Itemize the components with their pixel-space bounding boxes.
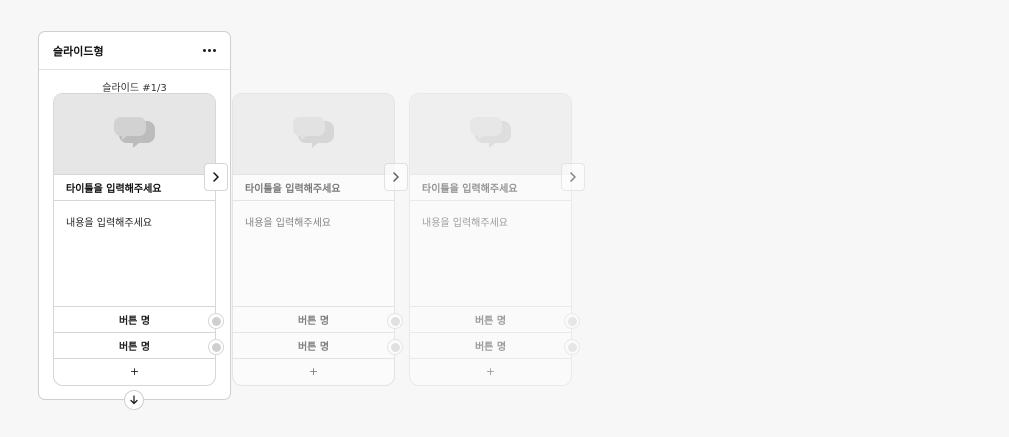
slide-card-2[interactable]: 타이틀을 입력해주세요 내용을 입력해주세요 버튼 명 버튼 명 + — [232, 93, 403, 386]
panel-title: 슬라이드형 — [53, 44, 104, 58]
card-description[interactable]: 내용을 입력해주세요 — [233, 201, 394, 307]
card-image-placeholder[interactable] — [410, 94, 571, 174]
button-label: 버튼 명 — [474, 316, 507, 327]
chevron-right-icon — [393, 172, 399, 182]
card-button-2[interactable]: 버튼 명 — [54, 333, 224, 359]
card-button-1[interactable]: 버튼 명 — [233, 307, 403, 333]
add-below-button[interactable] — [124, 390, 144, 410]
card-description[interactable]: 내용을 입력해주세요 — [410, 201, 571, 307]
drag-handle[interactable] — [564, 339, 580, 355]
next-slide-button[interactable] — [384, 163, 408, 191]
card-image-placeholder[interactable] — [233, 94, 394, 174]
button-label: 버튼 명 — [297, 342, 330, 353]
slide-indicator: 슬라이드 #1/3 — [102, 83, 167, 94]
slide-card-3[interactable]: 타이틀을 입력해주세요 내용을 입력해주세요 버튼 명 버튼 명 + — [409, 93, 580, 386]
drag-handle[interactable] — [208, 339, 224, 355]
next-slide-button[interactable] — [204, 163, 228, 191]
chat-bubble-icon — [469, 117, 511, 148]
card-title[interactable]: 타이틀을 입력해주세요 — [410, 174, 571, 201]
chat-bubble-icon — [292, 117, 334, 148]
card-button-1[interactable]: 버튼 명 — [410, 307, 580, 333]
button-label: 버튼 명 — [118, 316, 151, 327]
drag-handle[interactable] — [387, 339, 403, 355]
panel-header: 슬라이드형 — [39, 32, 230, 70]
card-button-1[interactable]: 버튼 명 — [54, 307, 224, 333]
arrow-down-icon — [130, 395, 138, 405]
card-button-2[interactable]: 버튼 명 — [233, 333, 403, 359]
drag-handle[interactable] — [387, 313, 403, 329]
more-options-icon[interactable] — [201, 45, 218, 56]
card-button-2[interactable]: 버튼 명 — [410, 333, 580, 359]
chevron-right-icon — [570, 172, 576, 182]
add-button[interactable]: + — [54, 359, 215, 384]
add-button[interactable]: + — [410, 359, 571, 384]
drag-handle[interactable] — [208, 313, 224, 329]
add-button[interactable]: + — [233, 359, 394, 384]
next-slide-button[interactable] — [561, 163, 585, 191]
drag-handle[interactable] — [564, 313, 580, 329]
button-label: 버튼 명 — [474, 342, 507, 353]
button-label: 버튼 명 — [118, 342, 151, 353]
card-image-placeholder[interactable] — [54, 94, 215, 174]
card-title[interactable]: 타이틀을 입력해주세요 — [54, 174, 215, 201]
slide-card-1[interactable]: 타이틀을 입력해주세요 내용을 입력해주세요 버튼 명 버튼 명 + — [53, 93, 224, 386]
chat-bubble-icon — [113, 117, 155, 148]
button-label: 버튼 명 — [297, 316, 330, 327]
chevron-right-icon — [213, 172, 219, 182]
card-title[interactable]: 타이틀을 입력해주세요 — [233, 174, 394, 201]
card-description[interactable]: 내용을 입력해주세요 — [54, 201, 215, 307]
